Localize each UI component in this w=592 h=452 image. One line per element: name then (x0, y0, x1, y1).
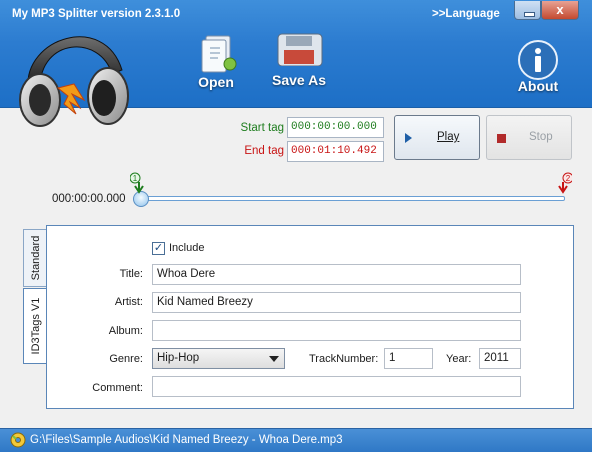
header: My MP3 Splitter version 2.3.1.0 >>Langua… (0, 0, 592, 127)
artist-label: Artist: (114, 296, 143, 308)
end-marker-icon[interactable]: 2 (558, 172, 572, 194)
status-bar: G:\Files\Sample Audios\Kid Named Breezy … (0, 428, 592, 452)
tab-standard-label: Standard (29, 235, 42, 281)
language-link[interactable]: >>Language (432, 8, 500, 20)
save-as-label: Save As (272, 72, 326, 88)
timeline-track[interactable] (140, 196, 565, 201)
play-icon (405, 133, 412, 143)
disc-status-icon (10, 432, 26, 448)
info-icon (518, 40, 558, 80)
genre-label: Genre: (109, 353, 143, 365)
year-label: Year: (446, 353, 472, 365)
stop-button[interactable]: Stop (486, 115, 572, 160)
album-field[interactable] (152, 320, 521, 341)
floppy-disk-icon (277, 33, 323, 66)
comment-field[interactable] (152, 376, 521, 397)
start-marker-number: 1 (133, 174, 138, 183)
start-marker-icon[interactable]: 1 (130, 172, 144, 194)
minimize-button[interactable] (514, 1, 541, 20)
about-label: About (517, 78, 559, 94)
include-label: Include (169, 242, 205, 254)
app-window: My MP3 Splitter version 2.3.1.0 >>Langua… (0, 0, 592, 452)
album-label: Album: (108, 325, 143, 337)
genre-value: Hip-Hop (157, 352, 200, 364)
close-button[interactable]: x (541, 1, 579, 20)
start-tag-label: Start tag (240, 122, 284, 134)
open-button[interactable]: Open (186, 34, 246, 94)
year-field[interactable]: 2011 (479, 348, 521, 369)
title-field[interactable]: Whoa Dere (152, 264, 521, 285)
stop-label: Stop (529, 131, 553, 143)
stop-icon (497, 134, 506, 143)
track-number-label: TrackNumber: (309, 353, 379, 365)
open-folder-icon (201, 35, 237, 73)
comment-label: Comment: (92, 382, 143, 394)
track-number-field[interactable]: 1 (384, 348, 433, 369)
end-tag-field[interactable]: 000:01:10.492 (287, 141, 384, 162)
open-label: Open (198, 74, 234, 90)
end-marker-number: 2 (566, 174, 571, 183)
close-icon: x (556, 2, 564, 17)
play-button[interactable]: Play (394, 115, 480, 160)
title-label: Title: (119, 268, 143, 280)
chevron-down-icon (269, 356, 279, 362)
end-tag-label: End tag (244, 145, 284, 157)
play-label: Play (437, 131, 460, 143)
save-as-button[interactable]: Save As (266, 33, 332, 96)
include-checkbox[interactable]: ✓ (152, 242, 165, 255)
tab-id3tags-v1-label: ID3Tags V1 (29, 297, 42, 355)
status-file-path: G:\Files\Sample Audios\Kid Named Breezy … (30, 434, 343, 446)
artist-field[interactable]: Kid Named Breezy (152, 292, 521, 313)
start-tag-field[interactable]: 000:00:00.000 (287, 117, 384, 138)
position-time: 000:00:00.000 (52, 193, 126, 205)
headphones-logo-icon (19, 36, 129, 127)
genre-select[interactable]: Hip-Hop (152, 348, 285, 369)
about-button[interactable]: About (512, 40, 564, 98)
tab-id3tags-v1[interactable]: ID3Tags V1 (23, 288, 47, 364)
tab-standard[interactable]: Standard (23, 229, 47, 287)
